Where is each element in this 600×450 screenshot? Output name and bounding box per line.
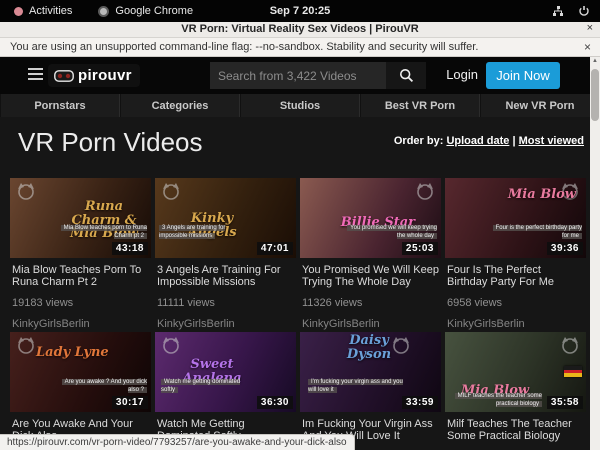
search-input[interactable] [210,62,386,89]
join-now-button[interactable]: Join Now [486,62,560,89]
order-by: Order by: Upload date | Most viewed [394,135,584,147]
video-title[interactable]: You Promised We Will Keep Trying The Who… [302,264,439,289]
link-preview-statusbar: https://pirouvr.com/vr-porn-video/779325… [0,434,355,450]
thumb-caption: 3 Angels are training for impossible mis… [159,224,254,240]
screen: Activities Google Chrome Sep 7 20:25 VR … [0,0,600,450]
duration-badge: 25:03 [402,242,438,255]
scrollbar-thumb[interactable] [591,69,599,121]
video-card: Mia Blow MILF teaches the teacher some p… [445,332,586,450]
video-title[interactable]: Milf Teaches The Teacher Some Practical … [447,418,584,443]
vr-headset-icon [54,70,74,82]
thumb-caption: MILF teaches the teacher some practical … [447,392,542,408]
thumb-caption: Are you awake ? And your dick also ? [52,378,147,394]
nav-item-pornstars[interactable]: Pornstars [0,94,120,117]
video-title[interactable]: Four Is The Perfect Birthday Party For M… [447,264,584,289]
gnome-top-bar: Activities Google Chrome Sep 7 20:25 [0,0,600,22]
video-card: Lady Lyne Are you awake ? And your dick … [10,332,151,450]
video-views: 19183 views [12,297,149,309]
video-card: Mia Blow Four is the perfect birthday pa… [445,178,586,332]
duration-badge: 39:36 [547,242,583,255]
duration-badge: 43:18 [112,242,148,255]
network-icon[interactable] [552,5,564,17]
power-icon[interactable] [578,5,590,17]
video-studio-link[interactable]: KinkyGirlsBerlin [302,318,439,330]
page-scrollbar[interactable]: ▲ [590,57,600,450]
nav-item-categories[interactable]: Categories [120,94,240,117]
thumb-caption: You promised we will keep trying the who… [342,224,437,240]
studio-watermark-icon [161,337,181,354]
video-studio-link[interactable]: KinkyGirlsBerlin [447,318,584,330]
studio-watermark-icon [16,183,36,200]
search-button[interactable] [386,62,426,89]
search-icon [399,68,414,83]
browser-titlebar: VR Porn: Virtual Reality Sex Videos | Pi… [0,22,600,38]
video-views: 11326 views [302,297,439,309]
thumb-overlay-title: Mia Blow [508,188,576,202]
video-title[interactable]: Mia Blow Teaches Porn To Runa Charm Pt 2 [12,264,149,289]
page-tab-title: VR Porn: Virtual Reality Sex Videos | Pi… [0,23,600,35]
video-title[interactable]: 3 Angels Are Training For Impossible Mis… [157,264,294,289]
german-flag-icon [564,366,582,377]
studio-watermark-icon [161,183,181,200]
video-thumbnail[interactable]: Sweet Analena Watch me getting dominated… [155,332,296,412]
duration-badge: 30:17 [112,396,148,409]
order-link-upload-date[interactable]: Upload date [446,135,509,147]
thumb-caption: I'm fucking your virgin ass and you will… [308,378,403,394]
video-card: Kinky Angels 3 Angels are training for i… [155,178,296,332]
menu-hamburger-icon[interactable] [28,68,43,81]
video-thumbnail[interactable]: Billie Star You promised we will keep tr… [300,178,441,258]
main-nav: Pornstars Categories Studios Best VR Por… [0,94,600,117]
nav-item-studios[interactable]: Studios [240,94,360,117]
page-title: VR Porn Videos [18,127,203,158]
tab-close-icon[interactable]: × [587,22,593,34]
duration-badge: 47:01 [257,242,293,255]
video-studio-link[interactable]: KinkyGirlsBerlin [157,318,294,330]
studio-watermark-icon [415,183,435,200]
thumb-overlay-title: Lady Lyne [36,346,109,360]
video-grid: Runa Charm & Mia Blow Mia Blow teaches p… [10,178,586,450]
order-link-most-viewed[interactable]: Most viewed [519,135,584,147]
thumb-caption: Four is the perfect birthday party for m… [487,224,582,240]
thumb-caption: Mia Blow teaches porn to Runa Charm pt 2 [52,224,147,240]
duration-badge: 35:58 [547,396,583,409]
video-thumbnail[interactable]: Mia Blow Four is the perfect birthday pa… [445,178,586,258]
order-by-label: Order by: [394,135,444,147]
video-studio-link[interactable]: KinkyGirlsBerlin [12,318,149,330]
warning-close-icon[interactable]: × [584,40,591,54]
nav-item-best-vr-porn[interactable]: Best VR Porn [360,94,480,117]
duration-badge: 33:59 [402,396,438,409]
video-views: 6958 views [447,297,584,309]
warning-infobar: You are using an unsupported command-lin… [0,38,600,57]
video-thumbnail[interactable]: Kinky Angels 3 Angels are training for i… [155,178,296,258]
site-logo-text: pirouvr [78,67,132,84]
warning-text: You are using an unsupported command-lin… [10,41,478,53]
browser-viewport: pirouvr Login Join Now Pornstars Categor… [0,57,600,450]
site-header: pirouvr Login Join Now [0,57,590,94]
login-link[interactable]: Login [446,67,478,82]
studio-watermark-icon [560,337,580,354]
video-thumbnail[interactable]: Lady Lyne Are you awake ? And your dick … [10,332,151,412]
video-card: Sweet Analena Watch me getting dominated… [155,332,296,450]
thumb-overlay-title: Daisy Dyson [330,334,408,361]
nav-item-new-vr-porn[interactable]: New VR Porn [480,94,600,117]
video-card: Daisy Dyson I'm fucking your virgin ass … [300,332,441,450]
thumb-caption: Watch me getting dominated softly [161,378,256,394]
video-thumbnail[interactable]: Daisy Dyson I'm fucking your virgin ass … [300,332,441,412]
video-card: Runa Charm & Mia Blow Mia Blow teaches p… [10,178,151,332]
site-logo[interactable]: pirouvr [48,64,140,87]
scrollbar-up-arrow-icon[interactable]: ▲ [590,58,600,64]
video-thumbnail[interactable]: Runa Charm & Mia Blow Mia Blow teaches p… [10,178,151,258]
duration-badge: 36:30 [257,396,293,409]
video-views: 11111 views [157,297,294,309]
studio-watermark-icon [16,337,36,354]
clock[interactable]: Sep 7 20:25 [0,5,600,17]
video-card: Billie Star You promised we will keep tr… [300,178,441,332]
video-thumbnail[interactable]: Mia Blow MILF teaches the teacher some p… [445,332,586,412]
